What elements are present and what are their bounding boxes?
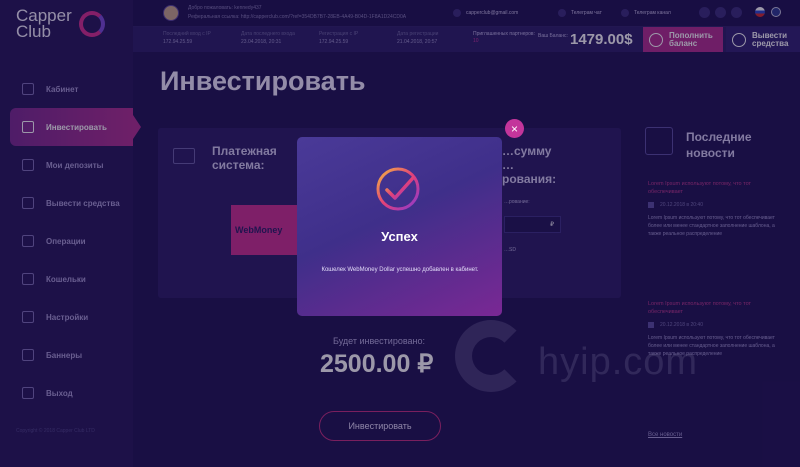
modal-title: Успех [381,229,418,244]
close-icon[interactable]: × [505,119,524,138]
success-modal [297,137,502,316]
modal-message: Кошелек WebMoney Dollar успешно добавлен… [321,267,479,273]
success-check-icon [376,167,420,211]
